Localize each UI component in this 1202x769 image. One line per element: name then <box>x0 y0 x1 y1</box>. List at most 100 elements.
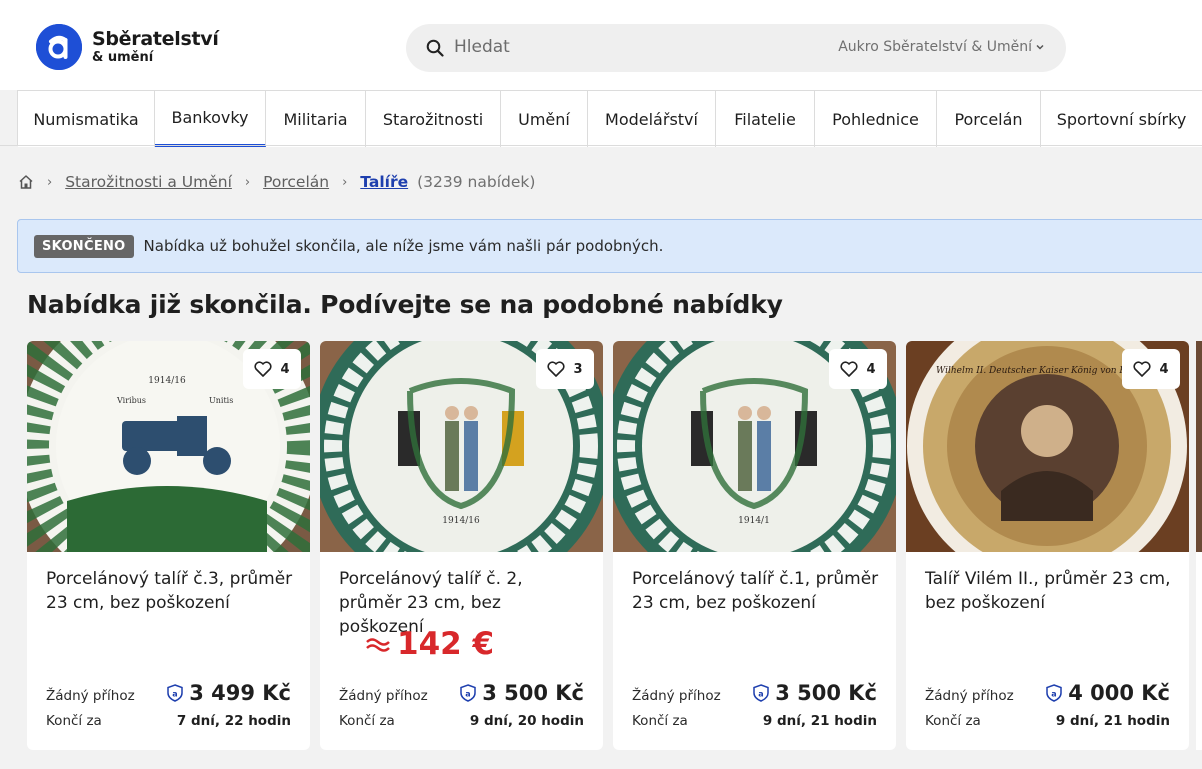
plate-image-partial <box>1196 341 1202 552</box>
search-scope-label: Aukro Sběratelství & Umění <box>838 39 1032 55</box>
svg-text:a: a <box>759 690 764 699</box>
bids-status: Žádný příhoz <box>339 688 428 704</box>
status-badge: SKONČENO <box>34 234 134 258</box>
approx-price: 142 € <box>365 626 494 662</box>
plate-motto-left: Viribus <box>116 396 146 405</box>
plate-motto-right: Unitis <box>209 396 233 405</box>
nav-tab-porcelan[interactable]: Porcelán <box>937 91 1041 147</box>
logo[interactable]: Sběratelství & umění <box>36 24 219 70</box>
heart-icon <box>254 361 273 377</box>
breadcrumb-current[interactable]: Talíře <box>360 173 408 191</box>
plate-image[interactable]: 1914/1 4 <box>613 341 896 552</box>
breadcrumb-count: (3239 nabídek) <box>417 173 536 191</box>
aukro-shield-icon: a <box>753 684 769 702</box>
nav-tab-label: Sportovní sbírky <box>1056 109 1187 129</box>
nav-tab-numismatika[interactable]: Numismatika <box>18 91 155 147</box>
nav-tab-label: Filatelie <box>734 109 796 129</box>
price-value: 3 500 Kč <box>482 681 584 705</box>
nav-tab-militaria[interactable]: Militaria <box>266 91 366 147</box>
favorite-button[interactable]: 4 <box>1122 349 1180 389</box>
ends-label: Končí za <box>925 713 981 729</box>
plate-year-text: 1914/16 <box>442 516 480 526</box>
nav-divider <box>0 145 1202 146</box>
plate-year-text: 1914/1 <box>738 516 770 526</box>
offer-list: 1914/16 Viribus Unitis 4 Porcelánový tal… <box>27 341 1189 750</box>
time-left: 9 dní, 21 hodin <box>1055 713 1170 729</box>
favorite-button[interactable]: 4 <box>243 349 301 389</box>
approx-price-value: 142 € <box>397 626 495 662</box>
time-left: 9 dní, 20 hodin <box>469 713 584 729</box>
nav-tab-label: Umění <box>518 109 570 129</box>
heart-icon <box>1133 361 1152 377</box>
offer-card[interactable]: 1914/16 Viribus Unitis 4 Porcelánový tal… <box>27 341 310 750</box>
nav-tab-sportovni-sbirky[interactable]: Sportovní sbírky <box>1041 91 1202 147</box>
search-input[interactable]: Hledat <box>454 37 510 57</box>
nav-tab-label: Porcelán <box>954 109 1023 129</box>
offer-price: a 3 499 Kč <box>167 681 291 705</box>
plate-image[interactable]: 1914/16 3 <box>320 341 603 552</box>
nav-tab-modelarstvi[interactable]: Modelářství <box>588 91 716 147</box>
price-value: 4 000 Kč <box>1068 681 1170 705</box>
heart-icon <box>547 361 566 377</box>
nav-tab-label: Militaria <box>283 109 348 129</box>
logo-title: Sběratelství <box>92 28 219 50</box>
breadcrumb: › Starožitnosti a Umění › Porcelán › Tal… <box>18 171 535 193</box>
approx-icon <box>366 638 390 652</box>
ended-banner: SKONČENO Nabídka už bohužel skončila, al… <box>17 219 1202 273</box>
nav-tab-label: Bankovky <box>171 108 249 127</box>
favorite-button[interactable]: 4 <box>829 349 887 389</box>
search-bar[interactable]: Hledat Aukro Sběratelství & Umění <box>406 24 1066 72</box>
offer-card[interactable]: Wilhelm II. Deutscher Kaiser König von P… <box>906 341 1189 750</box>
chevron-right-icon: › <box>244 174 251 190</box>
aukro-shield-icon: a <box>460 684 476 702</box>
home-icon[interactable] <box>18 174 34 190</box>
breadcrumb-link-porcelan[interactable]: Porcelán <box>263 173 329 191</box>
logo-subtitle: & umění <box>92 50 154 65</box>
plate-image[interactable]: Wilhelm II. Deutscher Kaiser König von P… <box>906 341 1189 552</box>
ends-label: Končí za <box>339 713 395 729</box>
nav-tab-filatelie[interactable]: Filatelie <box>716 91 815 147</box>
time-left: 7 dní, 22 hodin <box>176 713 291 729</box>
plate-image[interactable]: 1914/16 Viribus Unitis 4 <box>27 341 310 552</box>
ends-label: Končí za <box>46 713 102 729</box>
bids-status: Žádný příhoz <box>46 688 135 704</box>
nav-tab-pohlednice[interactable]: Pohlednice <box>815 91 937 147</box>
heart-icon <box>840 361 859 377</box>
ends-label: Končí za <box>632 713 688 729</box>
plate-year-text: 1914/16 <box>148 376 186 386</box>
offer-price: a 4 000 Kč <box>1046 681 1170 705</box>
offer-card[interactable]: 1914/1 4 Porcelánový talíř č.1, průměr 2… <box>613 341 896 750</box>
logo-mark-icon <box>36 24 82 70</box>
search-icon <box>426 39 444 57</box>
svg-text:a: a <box>1052 690 1057 699</box>
banner-message: Nabídka už bohužel skončila, ale níže js… <box>143 237 664 255</box>
svg-text:a: a <box>173 690 178 699</box>
svg-text:a: a <box>466 690 471 699</box>
section-title: Nabídka již skončila. Podívejte se na po… <box>27 290 783 319</box>
nav-tab-starozitnosti[interactable]: Starožitnosti <box>366 91 501 147</box>
favorite-button[interactable]: 3 <box>536 349 594 389</box>
favorite-count: 4 <box>280 361 290 377</box>
price-value: 3 500 Kč <box>775 681 877 705</box>
offer-title[interactable]: Talíř Vilém II., průměr 23 cm, bez poško… <box>925 567 1175 615</box>
offer-title[interactable]: Porcelánový talíř č.3, průměr 23 cm, bez… <box>46 567 296 615</box>
nav-tab-bankovky[interactable]: Bankovky <box>155 91 266 147</box>
search-scope-dropdown[interactable]: Aukro Sběratelství & Umění <box>838 39 1046 55</box>
favorite-count: 4 <box>1159 361 1169 377</box>
chevron-right-icon: › <box>47 174 53 190</box>
breadcrumb-link-starozitnosti[interactable]: Starožitnosti a Umění <box>65 173 232 191</box>
offer-price: a 3 500 Kč <box>753 681 877 705</box>
aukro-shield-icon: a <box>167 684 183 702</box>
header: Sběratelství & umění Hledat Aukro Sběrat… <box>0 0 1202 90</box>
offer-title[interactable]: Porcelánový talíř č.1, průměr 23 cm, bez… <box>632 567 882 615</box>
favorite-count: 3 <box>573 361 583 377</box>
offer-card-partial[interactable] <box>1196 341 1202 750</box>
category-nav: Numismatika Bankovky Militaria Starožitn… <box>17 90 1202 147</box>
chevron-right-icon: › <box>342 174 348 190</box>
price-value: 3 499 Kč <box>189 681 291 705</box>
nav-tab-label: Starožitnosti <box>382 109 484 129</box>
nav-tab-umeni[interactable]: Umění <box>501 91 588 147</box>
offer-card[interactable]: 1914/16 3 Porcelánový talíř č. 2, průměr… <box>320 341 603 750</box>
nav-tab-label: Modelářství <box>605 109 698 129</box>
aukro-shield-icon: a <box>1046 684 1062 702</box>
